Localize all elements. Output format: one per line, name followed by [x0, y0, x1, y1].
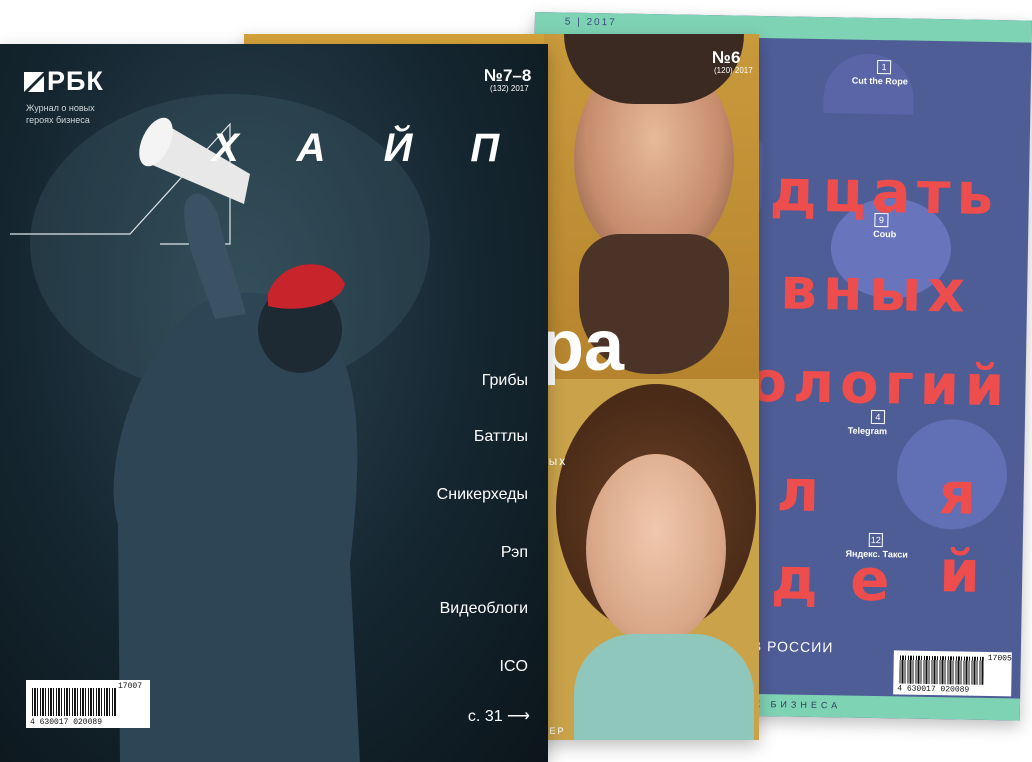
- topic-item: Сникерхеды: [436, 486, 528, 503]
- topic-item: Баттлы: [473, 428, 528, 445]
- page-reference: с. 31 ⟶: [467, 708, 530, 725]
- topic-item: ICO: [499, 658, 528, 675]
- barcode-addon: 17005: [987, 654, 1012, 664]
- tagline: Журнал о новых героях бизнеса: [26, 103, 95, 125]
- headline-row: л: [776, 456, 826, 526]
- rbk-logo-icon: [24, 72, 44, 92]
- headline-row: вных: [779, 254, 972, 326]
- issue-line: 5 | 2017: [564, 16, 617, 29]
- issue-number: №7–8: [484, 66, 532, 85]
- topic-item: Грибы: [481, 372, 528, 389]
- cover-title: ХАЙП: [212, 126, 548, 170]
- barcode-bars: [32, 688, 116, 716]
- logo-text: РБК: [47, 66, 104, 96]
- app-number: 12: [868, 532, 883, 548]
- barcode-addon: 17007: [118, 682, 143, 691]
- headline-row: й: [938, 537, 987, 606]
- issue-number: №6: [712, 48, 741, 67]
- headline-fragment: ра: [540, 306, 625, 386]
- portrait-clothing: [574, 634, 754, 740]
- barcode: 17005 4 630017 020089: [893, 650, 1012, 697]
- app-number: 9: [874, 212, 889, 228]
- barcode-bars: [899, 655, 984, 685]
- topic-item: Рэп: [500, 544, 528, 561]
- barcode-number: 4 630017 020089: [30, 718, 103, 727]
- magazine-cover-front: РБК Журнал о новых героях бизнеса №7–8 (…: [0, 44, 548, 762]
- rbk-logo: РБК: [24, 66, 104, 97]
- headline-row: я: [938, 459, 983, 528]
- headline-row: ологий: [748, 349, 1011, 420]
- topic-item: Видеоблоги: [439, 600, 528, 617]
- app-number: 1: [876, 59, 892, 75]
- app-name: Coub: [873, 228, 897, 240]
- issue-subtitle: (120) 2017: [714, 66, 753, 75]
- portrait-woman: [586, 454, 726, 644]
- issue-subtitle: (132) 2017: [490, 84, 529, 93]
- barcode: 17007 4 630017 020089: [26, 680, 150, 728]
- app-name: Cut the Rope: [851, 75, 908, 87]
- barcode-number: 4 630017 020089: [897, 684, 970, 695]
- app-name: Telegram: [847, 425, 888, 437]
- app-name: Яндекс. Такси: [845, 548, 908, 560]
- app-number: 4: [870, 409, 886, 425]
